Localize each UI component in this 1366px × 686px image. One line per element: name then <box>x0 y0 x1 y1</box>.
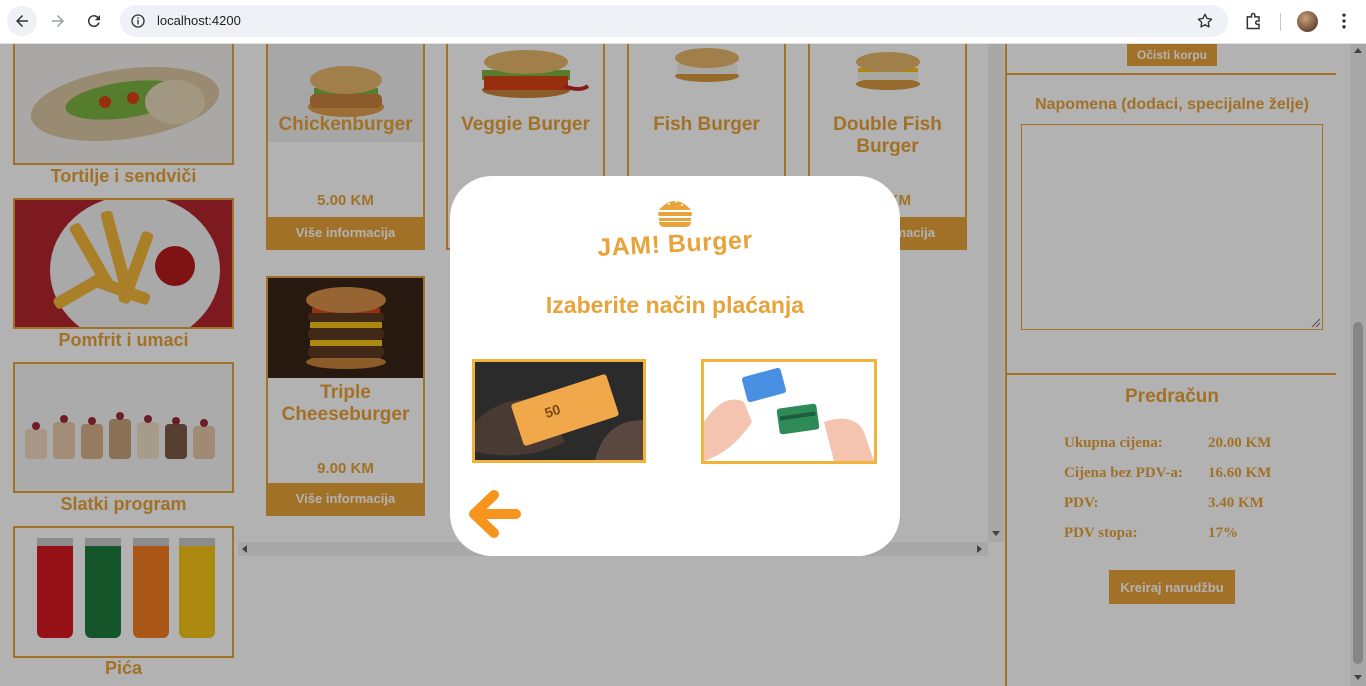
extensions-icon[interactable] <box>1244 11 1264 31</box>
toolbar-separator <box>1280 13 1281 31</box>
info-icon[interactable] <box>130 13 146 29</box>
forward-button[interactable] <box>43 6 73 36</box>
more-vertical-icon[interactable] <box>1334 11 1354 31</box>
reload-button[interactable] <box>79 6 109 36</box>
profile-avatar[interactable] <box>1297 11 1318 32</box>
pay-cash-option[interactable]: 50 <box>472 359 646 463</box>
burger-logo-icon <box>658 201 692 227</box>
brand-logo-text: JAM! Burger <box>596 225 754 263</box>
back-arrow-icon[interactable] <box>468 489 522 539</box>
payment-modal: JAM! Burger Izaberite način plaćanja 50 <box>450 176 900 556</box>
address-bar[interactable]: localhost:4200 <box>120 5 1228 37</box>
browser-toolbar: localhost:4200 <box>0 0 1366 44</box>
modal-title: Izaberite način plaćanja <box>545 292 805 318</box>
pay-card-option[interactable] <box>701 359 877 464</box>
app-page: Tortilje i sendviči Pomfrit i umaci Slat… <box>0 44 1366 686</box>
bookmark-star-icon[interactable] <box>1196 12 1214 30</box>
card-image <box>704 362 874 461</box>
cash-image: 50 <box>475 362 643 460</box>
arrow-left-icon <box>16 15 28 27</box>
arrow-right-icon <box>52 15 64 27</box>
reload-icon <box>87 15 100 28</box>
url-text[interactable]: localhost:4200 <box>157 13 241 28</box>
back-button[interactable] <box>7 6 37 36</box>
